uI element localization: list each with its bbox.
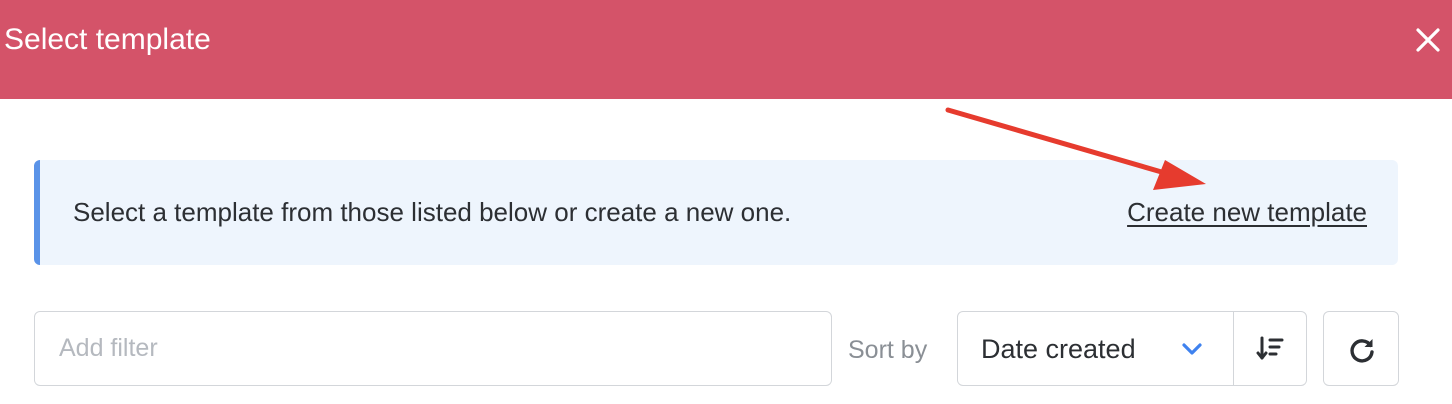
sort-selected-value: Date created — [981, 334, 1136, 364]
close-button[interactable] — [1414, 26, 1442, 54]
select-template-modal: Select template Select a template from t… — [0, 0, 1452, 404]
banner-message: Select a template from those listed belo… — [73, 197, 792, 227]
sort-by-label: Sort by — [848, 336, 928, 364]
info-banner: Select a template from those listed belo… — [34, 160, 1398, 265]
sort-descending-icon — [1256, 336, 1284, 360]
refresh-button[interactable] — [1323, 311, 1399, 386]
filter-input[interactable] — [34, 311, 832, 386]
chevron-down-icon — [1182, 343, 1202, 355]
modal-header: Select template — [0, 0, 1452, 99]
modal-title: Select template — [4, 23, 211, 56]
sort-field-select[interactable]: Date created — [958, 312, 1234, 385]
create-new-template-link[interactable]: Create new template — [1127, 196, 1367, 228]
close-icon — [1416, 28, 1440, 52]
sort-order-button[interactable] — [1234, 312, 1306, 385]
sort-control-group: Date created — [957, 311, 1307, 386]
refresh-icon — [1350, 339, 1374, 363]
